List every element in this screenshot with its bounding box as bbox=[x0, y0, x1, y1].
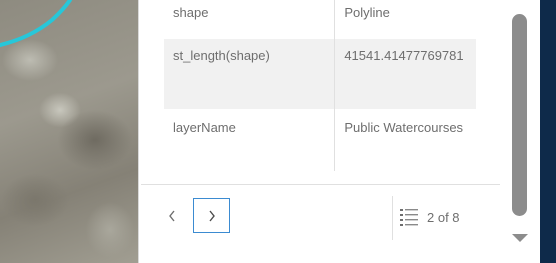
attribute-value: Polyline bbox=[334, 0, 476, 39]
popup-panel: shape Polyline st_length(shape) 41541.41… bbox=[138, 0, 540, 263]
attribute-table: shape Polyline st_length(shape) 41541.41… bbox=[164, 0, 476, 171]
table-row: st_length(shape) 41541.41477769781 bbox=[164, 39, 476, 109]
feature-count-label: 2 of 8 bbox=[427, 209, 460, 225]
attribute-value: Public Watercourses bbox=[334, 109, 476, 171]
table-row: shape Polyline bbox=[164, 0, 476, 39]
scrollbar-thumb[interactable] bbox=[512, 14, 527, 216]
map-view[interactable] bbox=[0, 0, 138, 263]
attribute-value: 41541.41477769781 bbox=[334, 39, 476, 109]
table-row: layerName Public Watercourses bbox=[164, 109, 476, 171]
chevron-left-icon bbox=[169, 210, 175, 222]
side-panel-edge bbox=[540, 0, 556, 263]
attribute-key: layerName bbox=[164, 109, 336, 171]
footer-divider bbox=[141, 184, 500, 185]
chevron-right-icon bbox=[208, 210, 215, 221]
attribute-key: st_length(shape) bbox=[164, 39, 336, 109]
attribute-key: shape bbox=[164, 0, 336, 39]
watercourse-line bbox=[0, 0, 72, 47]
next-feature-button[interactable] bbox=[193, 198, 230, 233]
pager-separator bbox=[392, 196, 393, 240]
feature-list-button[interactable]: 2 of 8 bbox=[399, 203, 481, 231]
list-icon bbox=[400, 209, 418, 226]
previous-feature-button[interactable] bbox=[159, 201, 185, 231]
scroll-down-arrow-icon[interactable] bbox=[510, 232, 530, 244]
